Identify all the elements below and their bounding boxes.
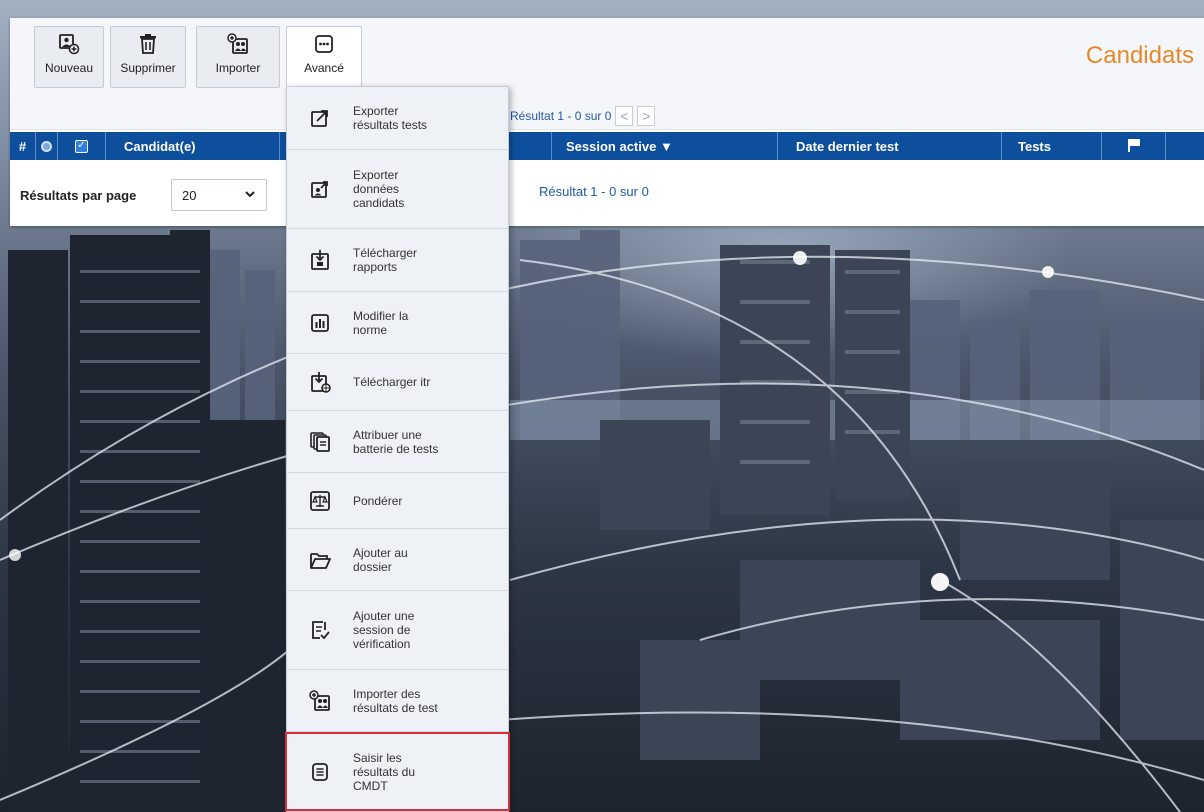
menu-item-label: Exporter données candidats bbox=[353, 168, 405, 210]
checkmark-icon: ✓ bbox=[75, 139, 88, 153]
results-per-page-label: Résultats par page bbox=[20, 188, 137, 203]
trash-icon bbox=[137, 33, 159, 55]
select-all-checkbox[interactable]: ✓ bbox=[58, 132, 106, 160]
menu-item-label: Ajouter au dossier bbox=[353, 545, 408, 574]
import-people-icon bbox=[287, 689, 353, 712]
toolbar: Nouveau Supprimer Importer Avancé Candid… bbox=[10, 18, 1204, 130]
pager-next-button[interactable]: > bbox=[637, 106, 656, 126]
results-per-page-row: Résultats par page 20 Résultat 1 - 0 sur… bbox=[10, 166, 1204, 222]
new-button[interactable]: Nouveau bbox=[34, 26, 104, 88]
delete-button[interactable]: Supprimer bbox=[110, 26, 186, 88]
column-flag[interactable] bbox=[1102, 132, 1166, 160]
export-results-icon bbox=[287, 107, 353, 129]
document-list-icon bbox=[287, 762, 353, 782]
new-candidate-icon bbox=[58, 33, 80, 55]
advanced-button[interactable]: Avancé bbox=[286, 26, 362, 92]
export-candidate-data-icon bbox=[287, 178, 353, 200]
balance-scale-icon bbox=[287, 490, 353, 512]
new-button-label: Nouveau bbox=[44, 61, 94, 75]
pager-top: Résultat 1 - 0 sur 0 < > bbox=[510, 106, 656, 126]
delete-button-label: Supprimer bbox=[120, 61, 176, 75]
menu-item-modify-norm[interactable]: Modifier la norme bbox=[287, 292, 508, 354]
menu-item-weight[interactable]: Pondérer bbox=[287, 473, 508, 529]
chevron-down-icon bbox=[244, 188, 256, 203]
results-count-text: Résultat 1 - 0 sur 0 bbox=[539, 184, 649, 199]
menu-item-label: Attribuer une batterie de tests bbox=[353, 427, 439, 456]
column-tests[interactable]: Tests bbox=[1002, 132, 1102, 160]
pager-result-text: Résultat 1 - 0 sur 0 bbox=[510, 109, 612, 123]
menu-item-enter-cmdt-results[interactable]: Saisir les résultats du CMDT bbox=[285, 732, 510, 811]
flag-icon bbox=[1127, 138, 1141, 155]
import-people-icon bbox=[227, 33, 249, 55]
table-header: # ✓ Candidat(e) Session active ▼ Date de… bbox=[10, 132, 1204, 160]
menu-item-label: Pondérer bbox=[353, 493, 403, 508]
column-candidate[interactable]: Candidat(e) bbox=[106, 132, 280, 160]
page-title: Candidats bbox=[1085, 42, 1194, 69]
menu-item-add-verification-session[interactable]: Ajouter une session de vérification bbox=[287, 591, 508, 670]
advanced-menu: Exporter résultats tests Exporter donnée… bbox=[285, 86, 510, 812]
download-reports-icon bbox=[287, 249, 353, 271]
folder-open-icon bbox=[287, 549, 353, 571]
column-radio[interactable] bbox=[36, 132, 58, 160]
menu-item-label: Télécharger itr bbox=[353, 375, 431, 389]
checklist-icon bbox=[287, 619, 353, 641]
menu-item-export-candidate-data[interactable]: Exporter données candidats bbox=[287, 150, 508, 229]
more-options-icon bbox=[313, 33, 335, 55]
chart-bars-icon bbox=[287, 313, 353, 333]
import-button-label: Importer bbox=[215, 61, 261, 75]
menu-item-download-itr[interactable]: Télécharger itr bbox=[287, 354, 508, 411]
candidates-panel: Nouveau Supprimer Importer Avancé Candid… bbox=[10, 18, 1204, 226]
pager-prev-button[interactable]: < bbox=[615, 106, 634, 126]
results-per-page-select[interactable]: 20 bbox=[171, 179, 267, 211]
stack-copy-icon bbox=[287, 431, 353, 453]
column-last-test-date[interactable]: Date dernier test bbox=[778, 132, 1002, 160]
menu-item-label: Importer des résultats de test bbox=[353, 686, 438, 715]
column-hash: # bbox=[10, 132, 36, 160]
results-per-page-value: 20 bbox=[182, 187, 197, 203]
menu-item-export-results[interactable]: Exporter résultats tests bbox=[287, 87, 508, 150]
menu-item-assign-test-battery[interactable]: Attribuer une batterie de tests bbox=[287, 411, 508, 473]
menu-item-import-test-results[interactable]: Importer des résultats de test bbox=[287, 670, 508, 732]
advanced-button-label: Avancé bbox=[304, 61, 344, 75]
download-itr-icon bbox=[287, 371, 353, 393]
menu-item-label: Saisir les résultats du CMDT bbox=[353, 750, 416, 793]
column-active-session[interactable]: Session active ▼ bbox=[552, 132, 778, 160]
menu-item-label: Exporter résultats tests bbox=[353, 104, 428, 132]
radio-icon bbox=[41, 140, 52, 152]
menu-item-label: Télécharger rapports bbox=[353, 246, 418, 274]
menu-item-download-reports[interactable]: Télécharger rapports bbox=[287, 229, 508, 292]
import-button[interactable]: Importer bbox=[196, 26, 280, 88]
menu-item-add-to-folder[interactable]: Ajouter au dossier bbox=[287, 529, 508, 591]
menu-item-label: Ajouter une session de vérification bbox=[353, 609, 415, 651]
menu-item-label: Modifier la norme bbox=[353, 308, 409, 337]
